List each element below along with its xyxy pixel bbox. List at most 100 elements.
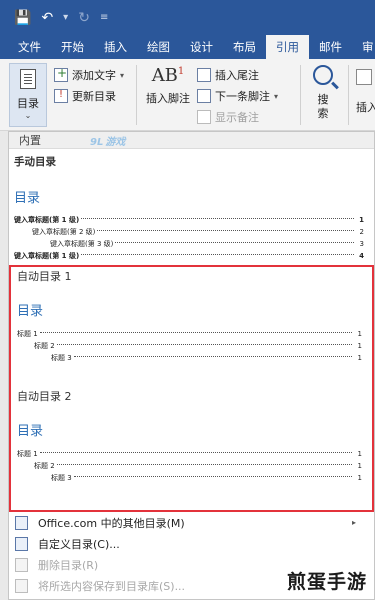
ribbon-divider	[136, 65, 137, 125]
ribbon-tabs: 文件 开始 插入 绘图 设计 布局 引用 邮件审	[0, 35, 375, 59]
save-icon[interactable]: 💾	[14, 11, 31, 25]
insert-footnote-button[interactable]: AB1 插入脚注	[143, 65, 193, 106]
ribbon-divider	[348, 65, 349, 125]
tab-7[interactable]: 邮件	[309, 35, 352, 59]
toc-entry-text: 键入章标题(第 2 级)	[32, 228, 96, 236]
chevron-down-icon: ▾	[274, 91, 279, 101]
auto-toc-2-lines: 标题 1 1 标题 2 1 标题 3 1	[17, 448, 372, 484]
auto-toc-1-option[interactable]: 自动目录 1 目录 标题 1 1 标题 2 1 标题 3 1	[12, 268, 372, 364]
ribbon: 目录 ⌄ 添加文字 ▾ 更新目录 AB1 插入脚注 插入尾注 下一条脚注 ▾ 显…	[0, 59, 375, 131]
insert-endnote-label: 插入尾注	[215, 69, 259, 82]
insert-citation-button[interactable]: 插入	[356, 69, 375, 115]
update-toc-button[interactable]: 更新目录	[54, 88, 116, 104]
toc-button[interactable]: 目录 ⌄	[9, 63, 47, 127]
insert-endnote-button[interactable]: 插入尾注	[197, 67, 259, 83]
chevron-right-icon: ▸	[351, 518, 356, 527]
menu-item-icon	[15, 578, 28, 593]
menu-item-icon	[15, 557, 28, 572]
tab-3[interactable]: 绘图	[137, 35, 180, 59]
toc-entry: 键入章标题(第 2 级) 2	[14, 226, 374, 238]
show-notes-icon	[197, 110, 211, 124]
insert-label: 插入	[356, 101, 375, 114]
tab-1[interactable]: 开始	[51, 35, 94, 59]
next-footnote-button[interactable]: 下一条脚注 ▾	[197, 88, 278, 104]
toc-entry-text: 标题 3	[51, 354, 72, 362]
menu-item-icon	[15, 536, 28, 551]
auto-toc-2-heading: 目录	[17, 424, 44, 439]
update-toc-label: 更新目录	[72, 90, 116, 103]
add-text-label: 添加文字	[72, 69, 116, 82]
redo-icon[interactable]: ↻	[78, 11, 90, 25]
manual-toc-option[interactable]: 手动目录 目录 键入章标题(第 1 级) 1 键入章标题(第 2 级) 2 键入章标题(…	[9, 150, 374, 266]
manual-toc-title: 手动目录	[14, 156, 56, 168]
menu-item-label: 自定义目录(C)...	[38, 537, 120, 551]
next-footnote-icon	[197, 89, 211, 103]
toc-leader-dots	[97, 230, 354, 231]
toc-entry: 标题 2 1	[17, 340, 372, 352]
toc-entry-page: 1	[357, 474, 362, 482]
toc-entry-page: 3	[359, 240, 364, 248]
tab-2[interactable]: 插入	[94, 35, 137, 59]
toc-entry-page: 2	[359, 228, 364, 236]
footnote-icon: AB1	[151, 65, 185, 86]
auto-toc-1-title: 自动目录 1	[17, 270, 72, 283]
toc-icon	[20, 69, 36, 89]
show-notes-button[interactable]: 显示备注	[197, 109, 259, 125]
next-footnote-label: 下一条脚注	[215, 90, 270, 103]
gallery-section-header: 内置	[9, 132, 374, 149]
toc-entry: 键入章标题(第 1 级) 1	[14, 214, 374, 226]
toc-entry-text: 标题 3	[51, 474, 72, 482]
chevron-down-icon: ▾	[120, 70, 125, 80]
show-notes-label: 显示备注	[215, 111, 259, 124]
insert-footnote-label: 插入脚注	[146, 92, 190, 105]
search-label: 搜索	[317, 93, 329, 120]
update-toc-icon	[54, 89, 68, 103]
toc-gallery: 内置 手动目录 目录 键入章标题(第 1 级) 1 键入章标题(第 2 级) 2 键入章…	[8, 131, 375, 600]
toc-entry-text: 标题 1	[17, 330, 38, 338]
toc-entry-text: 标题 1	[17, 450, 38, 458]
watermark-text: 煎蛋手游	[286, 571, 367, 593]
tab-8[interactable]: 审	[352, 35, 375, 59]
toc-entry-text: 标题 2	[34, 462, 55, 470]
manual-toc-heading: 目录	[14, 191, 41, 206]
add-text-icon	[54, 66, 68, 82]
auto-toc-2-option[interactable]: 自动目录 2 目录 标题 1 1 标题 2 1 标题 3 1	[12, 388, 372, 484]
toc-entry: 标题 1 1	[17, 328, 372, 340]
menu-item-1[interactable]: 自定义目录(C)...	[9, 533, 374, 554]
toc-leader-dots	[56, 344, 352, 345]
toc-entry-page: 1	[357, 342, 362, 350]
chevron-down-icon: ⌄	[24, 111, 32, 120]
toc-entry-page: 1	[357, 450, 362, 458]
add-text-button[interactable]: 添加文字 ▾	[54, 66, 125, 83]
watermark-logo: 9L 游戏	[90, 137, 126, 148]
tab-5[interactable]: 布局	[223, 35, 266, 59]
auto-toc-1-heading: 目录	[17, 304, 44, 319]
toc-entry-page: 1	[357, 462, 362, 470]
toc-entry-text: 键入章标题(第 1 级)	[14, 216, 80, 224]
toc-leader-dots	[81, 218, 354, 219]
toc-entry-text: 键入章标题(第 1 级)	[14, 252, 80, 260]
undo-icon[interactable]: ↶	[41, 11, 53, 25]
customize-icon[interactable]: ≡	[100, 12, 108, 23]
auto-toc-1-lines: 标题 1 1 标题 2 1 标题 3 1	[17, 328, 372, 364]
toc-entry-text: 标题 2	[34, 342, 55, 350]
search-button[interactable]: 搜索	[306, 65, 340, 121]
toc-leader-dots	[39, 452, 352, 453]
toc-leader-dots	[81, 254, 354, 255]
insert-icon	[356, 69, 372, 85]
toc-entry: 标题 3 1	[17, 472, 372, 484]
toc-entry: 标题 2 1	[17, 460, 372, 472]
menu-item-icon	[15, 515, 28, 530]
toc-entry: 标题 1 1	[17, 448, 372, 460]
tab-0[interactable]: 文件	[8, 35, 51, 59]
ribbon-divider	[300, 65, 301, 125]
toc-leader-dots	[73, 356, 352, 357]
endnote-icon	[197, 68, 211, 82]
menu-item-0[interactable]: Office.com 中的其他目录(M) ▸	[9, 512, 374, 533]
auto-toc-2-title: 自动目录 2	[17, 390, 72, 403]
tab-6[interactable]: 引用	[266, 35, 309, 59]
menu-item-label: 删除目录(R)	[38, 558, 99, 572]
tab-4[interactable]: 设计	[180, 35, 223, 59]
undo-dropdown-icon[interactable]: ▾	[63, 12, 68, 23]
toc-entry: 标题 3 1	[17, 352, 372, 364]
